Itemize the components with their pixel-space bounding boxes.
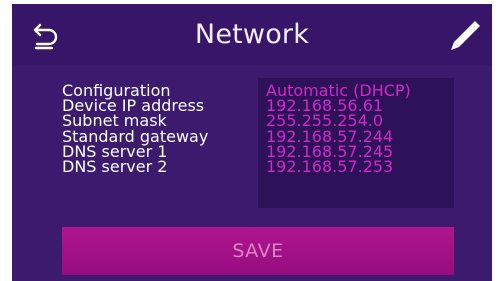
dns2-value: 192.168.57.253 [266,157,394,177]
settings-values-panel: Automatic (DHCP) 192.168.56.61 255.255.2… [258,78,454,208]
network-screen: Network Configuration Device IP address … [12,4,492,281]
dns2-label: DNS server 2 [62,157,168,177]
settings-labels: Configuration Device IP address Subnet m… [62,82,208,177]
page-title: Network [194,19,310,50]
edit-button[interactable] [446,16,484,54]
save-button[interactable]: SAVE [62,227,454,275]
header-bar: Network [12,4,492,65]
pencil-icon [451,21,480,50]
